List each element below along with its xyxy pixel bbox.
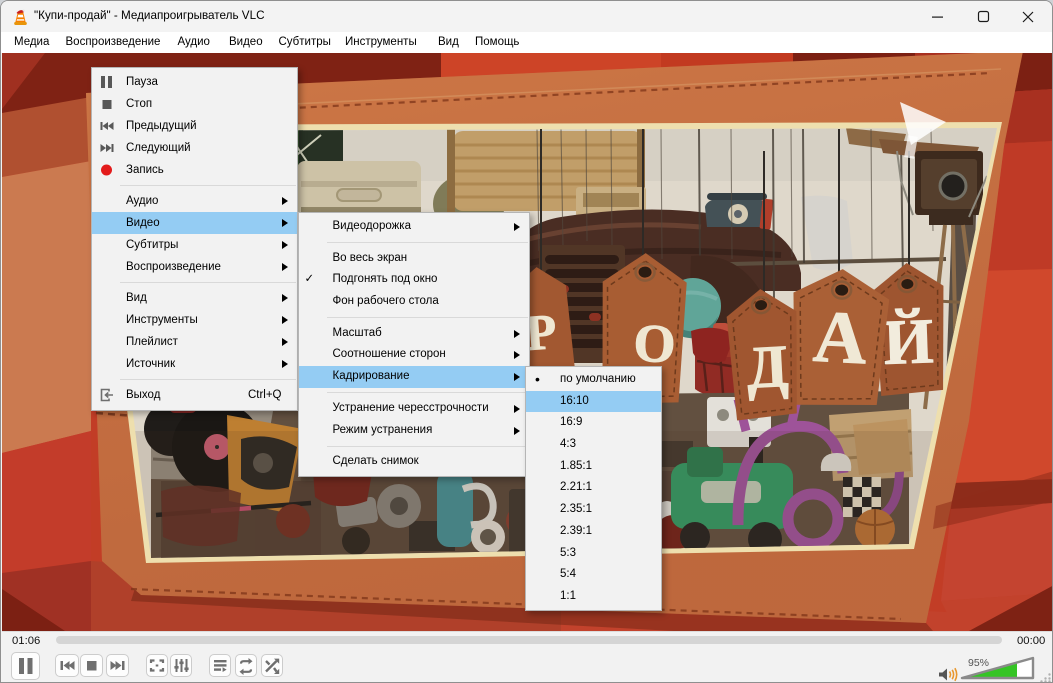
svg-text:О: О (633, 313, 677, 374)
svg-text:Й: Й (882, 305, 934, 378)
svg-text:Д: Д (745, 333, 790, 401)
svg-text:А: А (811, 296, 869, 381)
